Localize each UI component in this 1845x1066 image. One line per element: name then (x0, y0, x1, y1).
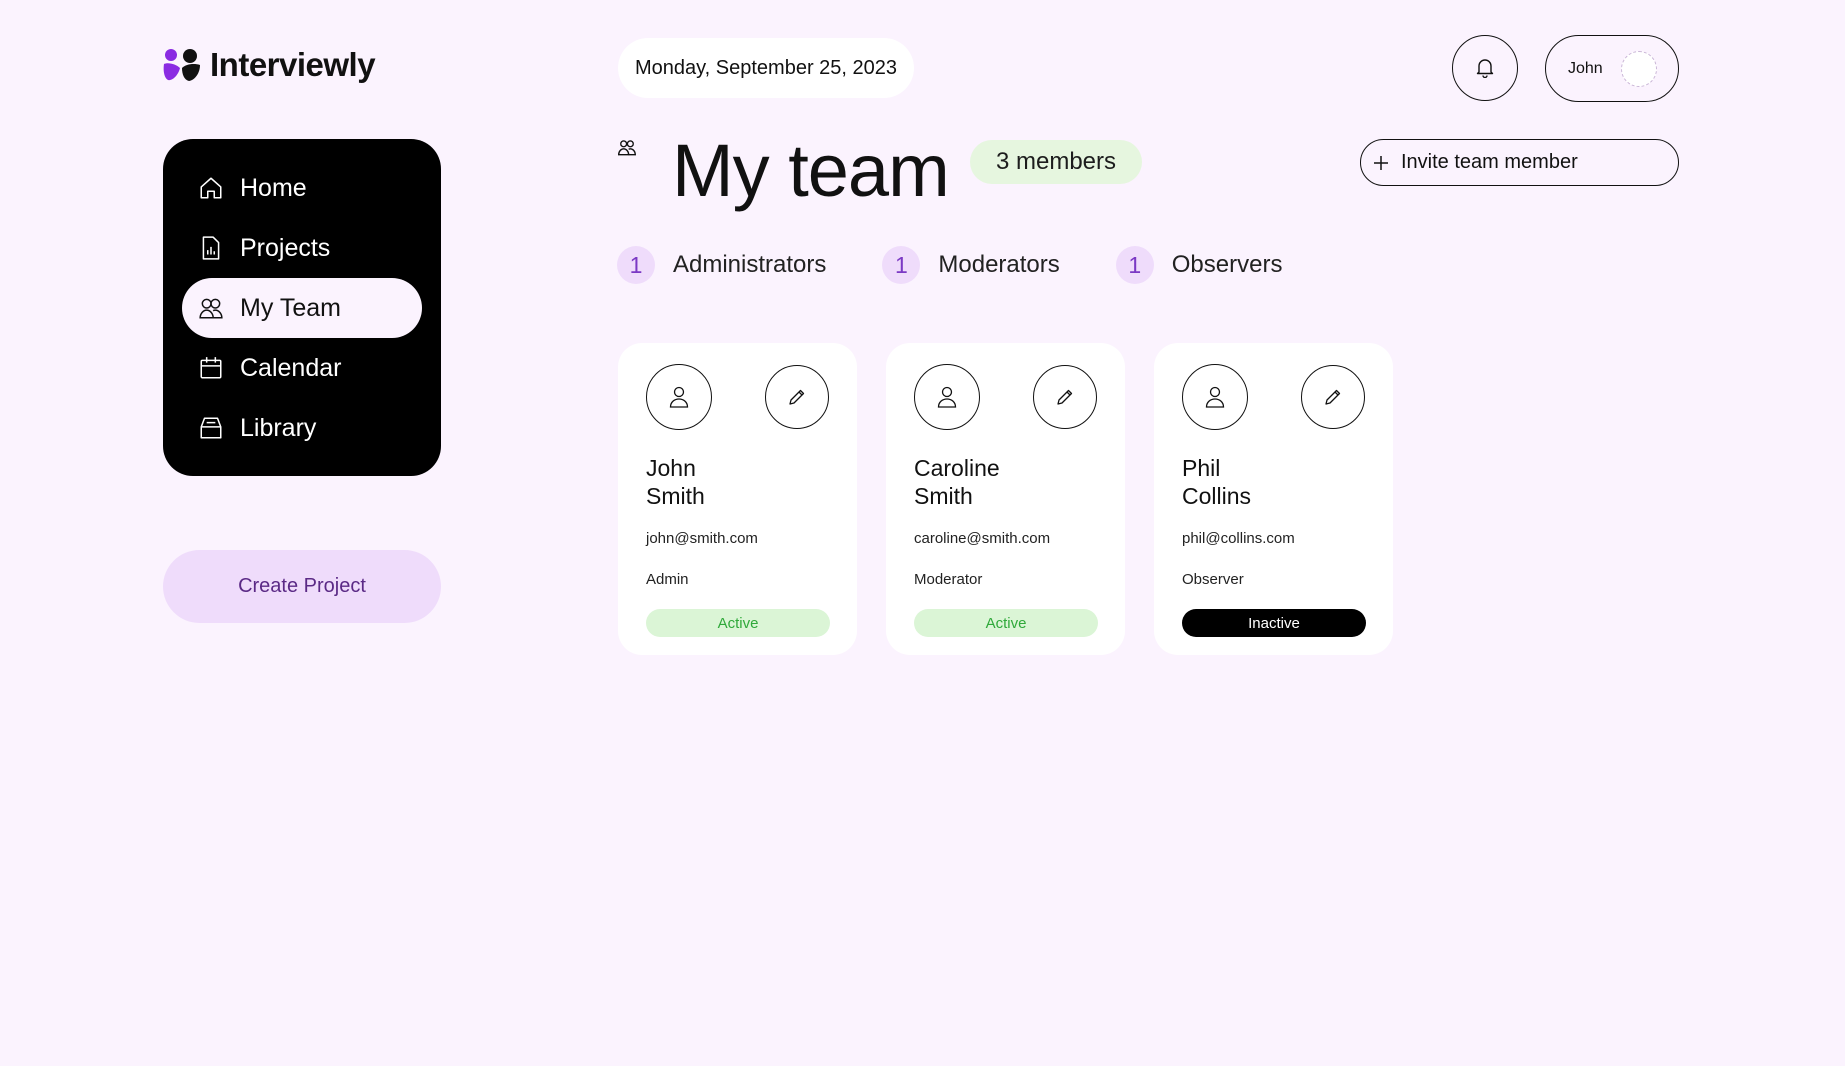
member-avatar (646, 364, 712, 430)
user-icon (669, 386, 689, 408)
status-badge: Inactive (1182, 609, 1366, 637)
role-count: 1 (1115, 246, 1154, 284)
users-icon (199, 298, 223, 319)
member-first-name: Phil (1182, 455, 1221, 481)
role-summary: 1 Administrators 1 Moderators 1 Observer… (617, 246, 1338, 284)
user-name: John (1568, 59, 1603, 77)
member-first-name: John (646, 455, 696, 481)
sidebar-item-calendar[interactable]: Calendar (182, 338, 422, 398)
sidebar-item-my-team[interactable]: My Team (182, 278, 422, 338)
status-badge: Active (646, 609, 830, 637)
member-email: john@smith.com (646, 530, 758, 547)
sidebar-item-label: Calendar (240, 353, 342, 382)
home-icon (200, 177, 222, 199)
member-email: phil@collins.com (1182, 530, 1295, 547)
member-last-name: Collins (1182, 483, 1252, 509)
member-name: Phil Collins (1182, 454, 1365, 510)
date-text: Monday, September 25, 2023 (634, 56, 898, 79)
sidebar-item-library[interactable]: Library (182, 398, 422, 458)
member-first-name: Caroline (914, 455, 1000, 481)
member-cards: John Smith john@smith.com Admin Active C… (618, 343, 1393, 655)
archive-icon (200, 417, 222, 439)
invite-team-member-button[interactable]: Invite team member (1360, 139, 1679, 186)
role-observers[interactable]: 1 Observers (1115, 246, 1283, 284)
user-icon (1205, 386, 1225, 408)
member-last-name: Smith (914, 483, 973, 509)
status-badge: Active (914, 609, 1098, 637)
role-label: Moderators (938, 251, 1060, 278)
calendar-icon (200, 357, 222, 379)
member-name: John Smith (646, 454, 829, 510)
members-count-text: 3 members (995, 148, 1117, 175)
pencil-icon (1057, 389, 1073, 405)
role-moderators[interactable]: 1 Moderators (882, 246, 1060, 284)
sidebar-item-label: Projects (240, 233, 331, 262)
member-email: caroline@smith.com (914, 530, 1051, 547)
page-title: My team (672, 129, 950, 212)
role-administrators[interactable]: 1 Administrators (617, 246, 826, 284)
member-card: Phil Collins phil@collins.com Observer I… (1154, 343, 1393, 655)
bell-icon (1476, 59, 1494, 78)
sidebar-item-label: My Team (240, 293, 341, 322)
member-role: Moderator (914, 571, 983, 588)
edit-member-button[interactable] (765, 365, 829, 429)
member-card: Caroline Smith caroline@smith.com Modera… (886, 343, 1125, 655)
pencil-icon (789, 389, 805, 405)
member-avatar (1182, 364, 1248, 430)
notifications-button[interactable] (1452, 35, 1518, 101)
app-logo[interactable]: Interviewly (162, 46, 376, 84)
member-avatar (914, 364, 980, 430)
role-count: 1 (617, 246, 655, 284)
sidebar-item-projects[interactable]: Projects (182, 218, 422, 278)
pencil-icon (1325, 389, 1341, 405)
sidebar-item-label: Library (240, 413, 317, 442)
role-count: 1 (882, 246, 921, 284)
member-name: Caroline Smith (914, 454, 1097, 510)
member-role: Observer (1182, 571, 1244, 588)
member-role: Admin (646, 571, 689, 588)
plus-icon (1374, 155, 1388, 170)
sidebar-nav: Home Projects My Team Calendar Library (163, 139, 441, 476)
edit-member-button[interactable] (1033, 365, 1097, 429)
date-display: Monday, September 25, 2023 (618, 38, 914, 98)
member-last-name: Smith (646, 483, 705, 509)
create-project-label: Create Project (238, 575, 366, 597)
sidebar-item-label: Home (240, 173, 307, 202)
edit-member-button[interactable] (1301, 365, 1365, 429)
sidebar-item-home[interactable]: Home (182, 158, 422, 218)
members-count-badge: 3 members (970, 140, 1142, 184)
member-card: John Smith john@smith.com Admin Active (618, 343, 857, 655)
app-name: Interviewly (210, 46, 376, 83)
user-icon (937, 386, 957, 408)
user-avatar (1620, 50, 1657, 87)
logo-mark-icon (163, 49, 200, 81)
team-icon (617, 140, 637, 156)
file-chart-icon (202, 236, 220, 260)
invite-label: Invite team member (1401, 151, 1578, 173)
role-label: Administrators (673, 251, 827, 278)
role-label: Observers (1171, 251, 1283, 278)
user-menu-button[interactable]: John (1545, 35, 1679, 102)
create-project-button[interactable]: Create Project (163, 550, 441, 623)
